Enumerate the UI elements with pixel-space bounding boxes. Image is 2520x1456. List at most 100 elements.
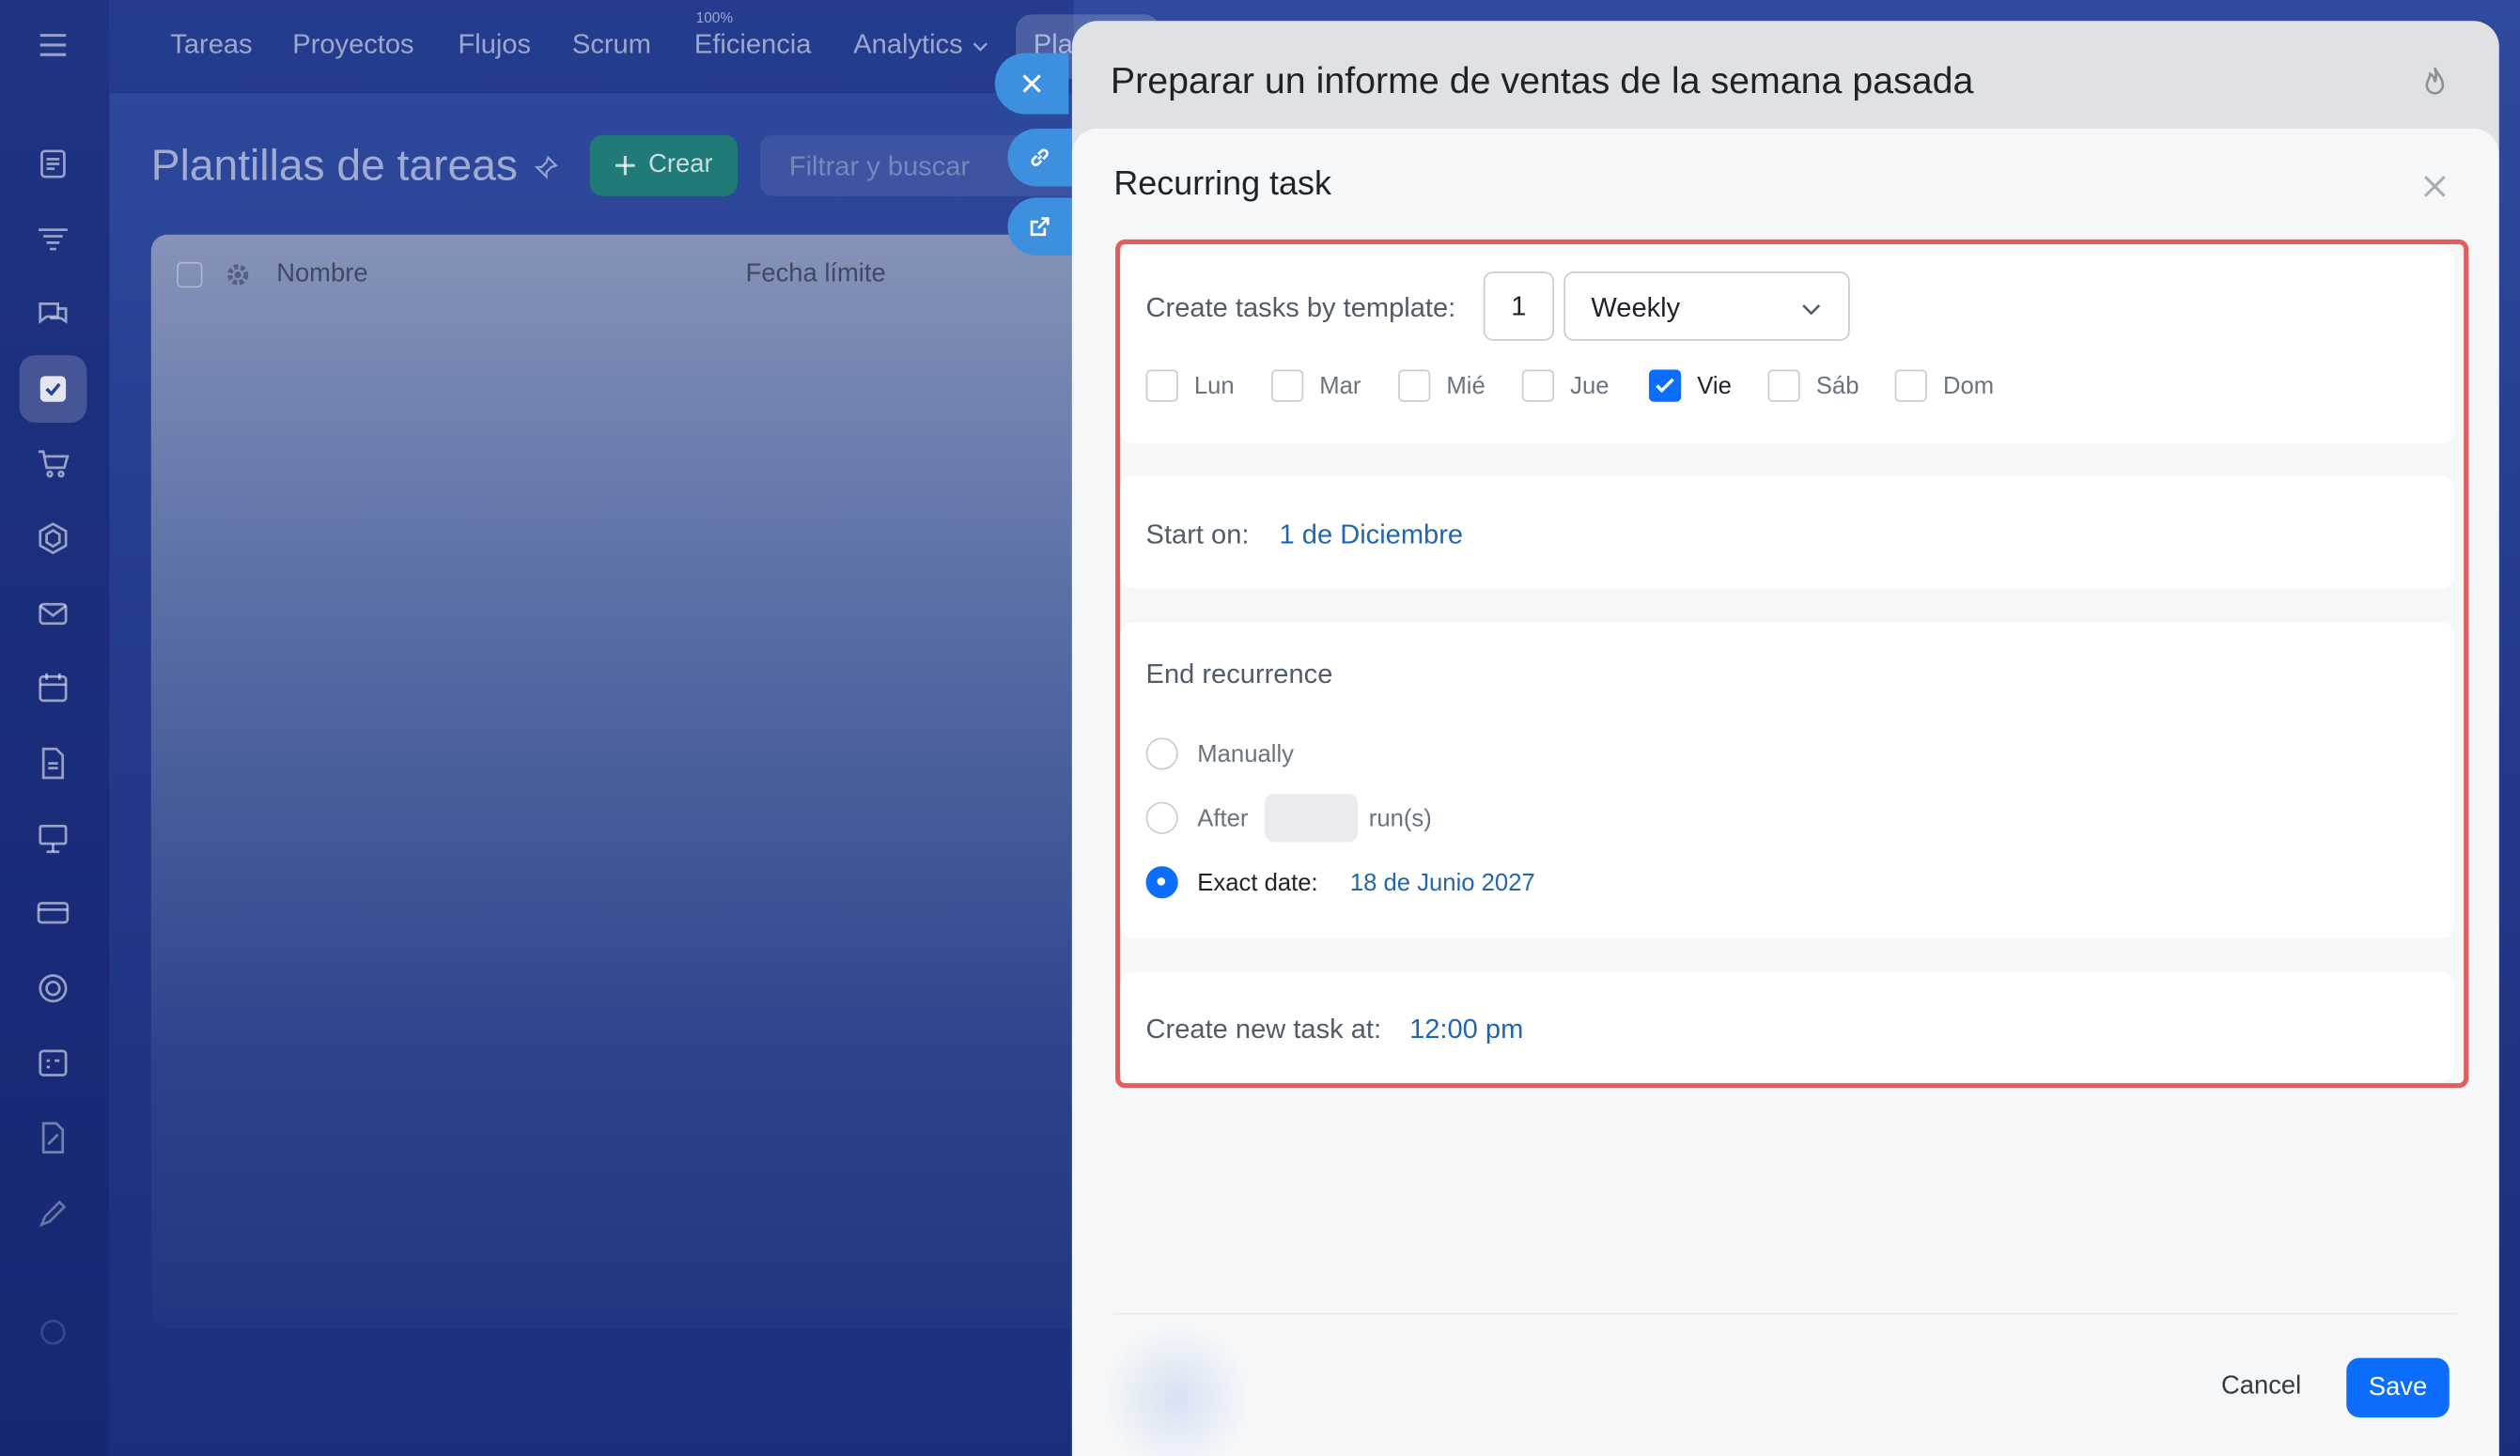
day-checkbox[interactable]: [1521, 369, 1555, 402]
day-checkbox-checked[interactable]: [1648, 369, 1682, 402]
end-option-manually[interactable]: Manually: [1145, 737, 1294, 770]
task-title: Preparar un informe de ventas de la sema…: [1110, 59, 1974, 101]
create-button-label: Crear: [648, 150, 713, 178]
external-link-icon: [1030, 217, 1050, 237]
open-new-window-button[interactable]: [1007, 197, 1072, 256]
end-recurrence-heading: End recurrence: [1145, 658, 1333, 689]
column-header-deadline[interactable]: Fecha límite: [746, 260, 886, 289]
day-option-lun[interactable]: Lun: [1145, 369, 1235, 402]
plus-icon: [615, 155, 636, 176]
runs-count-input[interactable]: [1264, 794, 1358, 843]
radio-manually[interactable]: [1145, 737, 1178, 770]
period-select[interactable]: Weekly: [1563, 271, 1850, 341]
manually-label: Manually: [1197, 739, 1294, 767]
end-recurrence-section: End recurrence Manually After run(s) Exa…: [1120, 622, 2454, 939]
target-icon[interactable]: [36, 970, 71, 1006]
exact-date-label: Exact date:: [1197, 868, 1318, 896]
day-label: Lun: [1193, 372, 1235, 400]
pin-icon[interactable]: [534, 154, 559, 179]
mail-icon[interactable]: [36, 596, 71, 632]
dialog-close-icon[interactable]: [2419, 170, 2450, 202]
start-label: Start on:: [1145, 519, 1250, 550]
day-checkbox[interactable]: [1398, 369, 1431, 402]
time-label: Create new task at:: [1145, 1014, 1382, 1046]
repeat-label: Create tasks by template:: [1145, 292, 1456, 323]
tasks-icon[interactable]: [36, 371, 71, 407]
radio-after[interactable]: [1145, 801, 1178, 834]
day-label: Dom: [1942, 372, 1995, 400]
day-option-vie[interactable]: Vie: [1648, 369, 1732, 402]
grid-header: Nombre Fecha límite: [151, 235, 1083, 316]
end-option-exact-date[interactable]: Exact date: 18 de Junio 2027: [1145, 866, 1535, 899]
day-checkbox[interactable]: [1894, 369, 1927, 402]
filter-funnel-icon[interactable]: [36, 222, 71, 257]
day-label: Mar: [1319, 372, 1361, 400]
gear-icon[interactable]: [225, 262, 250, 287]
copy-link-button[interactable]: [1007, 128, 1072, 187]
day-checkbox[interactable]: [1145, 369, 1178, 402]
cart-icon[interactable]: [36, 445, 71, 481]
day-label: Mié: [1446, 372, 1486, 400]
day-option-mar[interactable]: Mar: [1270, 369, 1361, 402]
pencil-icon[interactable]: [36, 1196, 71, 1231]
efficiency-badge: 100%: [695, 9, 734, 26]
left-sidebar: [0, 0, 110, 1456]
hamburger-menu-icon[interactable]: [36, 27, 71, 63]
schedule-icon[interactable]: [36, 1045, 71, 1080]
decorative-blur: [1104, 1325, 1250, 1456]
start-date-link[interactable]: 1 de Diciembre: [1280, 519, 1464, 551]
column-header-name[interactable]: Nombre: [276, 260, 367, 289]
nav-item-analytics[interactable]: Analytics: [853, 29, 962, 61]
nav-item-eficiencia[interactable]: Eficiencia: [694, 29, 811, 61]
nav-item-scrum[interactable]: Scrum: [572, 29, 651, 61]
day-checkbox[interactable]: [1767, 369, 1800, 402]
feed-icon[interactable]: [36, 147, 71, 182]
close-icon: [1022, 74, 1041, 93]
dialog-title: Recurring task: [1113, 165, 1331, 203]
cancel-button[interactable]: Cancel: [2190, 1358, 2332, 1417]
day-option-mie[interactable]: Mié: [1398, 369, 1486, 402]
calendar-icon[interactable]: [36, 670, 71, 705]
chat-icon[interactable]: [36, 296, 71, 332]
document-icon[interactable]: [36, 746, 71, 782]
chevron-down-icon: [1802, 304, 1821, 316]
top-navigation: Tareas Proyectos Flujos Scrum 100% Efici…: [109, 0, 1074, 94]
slider-close-button[interactable]: [994, 53, 1069, 115]
nav-item-flujos[interactable]: Flujos: [458, 29, 531, 61]
analytics-chevron-icon: [972, 42, 988, 52]
screen: Tareas Proyectos Flujos Scrum 100% Efici…: [0, 0, 2520, 1456]
settings-faint-icon[interactable]: [36, 1314, 71, 1350]
day-option-jue[interactable]: Jue: [1521, 369, 1610, 402]
page-title: Plantillas de tareas: [150, 141, 519, 190]
time-link[interactable]: 12:00 pm: [1409, 1015, 1523, 1046]
flame-icon[interactable]: [2418, 64, 2453, 100]
sign-document-icon[interactable]: [36, 1120, 71, 1155]
card-icon[interactable]: [36, 895, 71, 931]
end-option-after[interactable]: After run(s): [1145, 794, 1432, 843]
templates-grid: Nombre Fecha límite: [150, 234, 1083, 1328]
recurring-task-dialog: Recurring task Create tasks by template:…: [1071, 128, 2499, 1456]
radio-exact-date-selected[interactable]: [1145, 866, 1178, 899]
interval-input[interactable]: 1: [1483, 271, 1555, 341]
runs-label: run(s): [1368, 804, 1432, 832]
nav-item-proyectos[interactable]: Proyectos: [292, 29, 413, 61]
save-button[interactable]: Save: [2346, 1357, 2450, 1417]
day-checkbox[interactable]: [1270, 369, 1304, 402]
create-button[interactable]: Crear: [589, 134, 739, 196]
time-section: Create new task at: 12:00 pm: [1120, 972, 2454, 1082]
period-select-value: Weekly: [1591, 292, 1681, 323]
checkmark-icon: [1656, 378, 1674, 394]
link-icon: [1031, 148, 1049, 166]
day-label: Jue: [1570, 372, 1610, 400]
hexagon-icon[interactable]: [36, 520, 71, 556]
task-slider: Preparar un informe de ventas de la sema…: [1071, 21, 2499, 1456]
presentation-icon[interactable]: [36, 821, 71, 857]
footer-divider: [1113, 1312, 2458, 1315]
day-label: Sáb: [1815, 372, 1859, 400]
select-all-checkbox[interactable]: [177, 261, 203, 288]
repeat-section: Create tasks by template: 1 Weekly Lun M…: [1120, 245, 2454, 444]
day-option-sab[interactable]: Sáb: [1767, 369, 1859, 402]
exact-date-link[interactable]: 18 de Junio 2027: [1350, 869, 1535, 896]
nav-item-tareas[interactable]: Tareas: [170, 29, 252, 61]
day-option-dom[interactable]: Dom: [1894, 369, 1995, 402]
